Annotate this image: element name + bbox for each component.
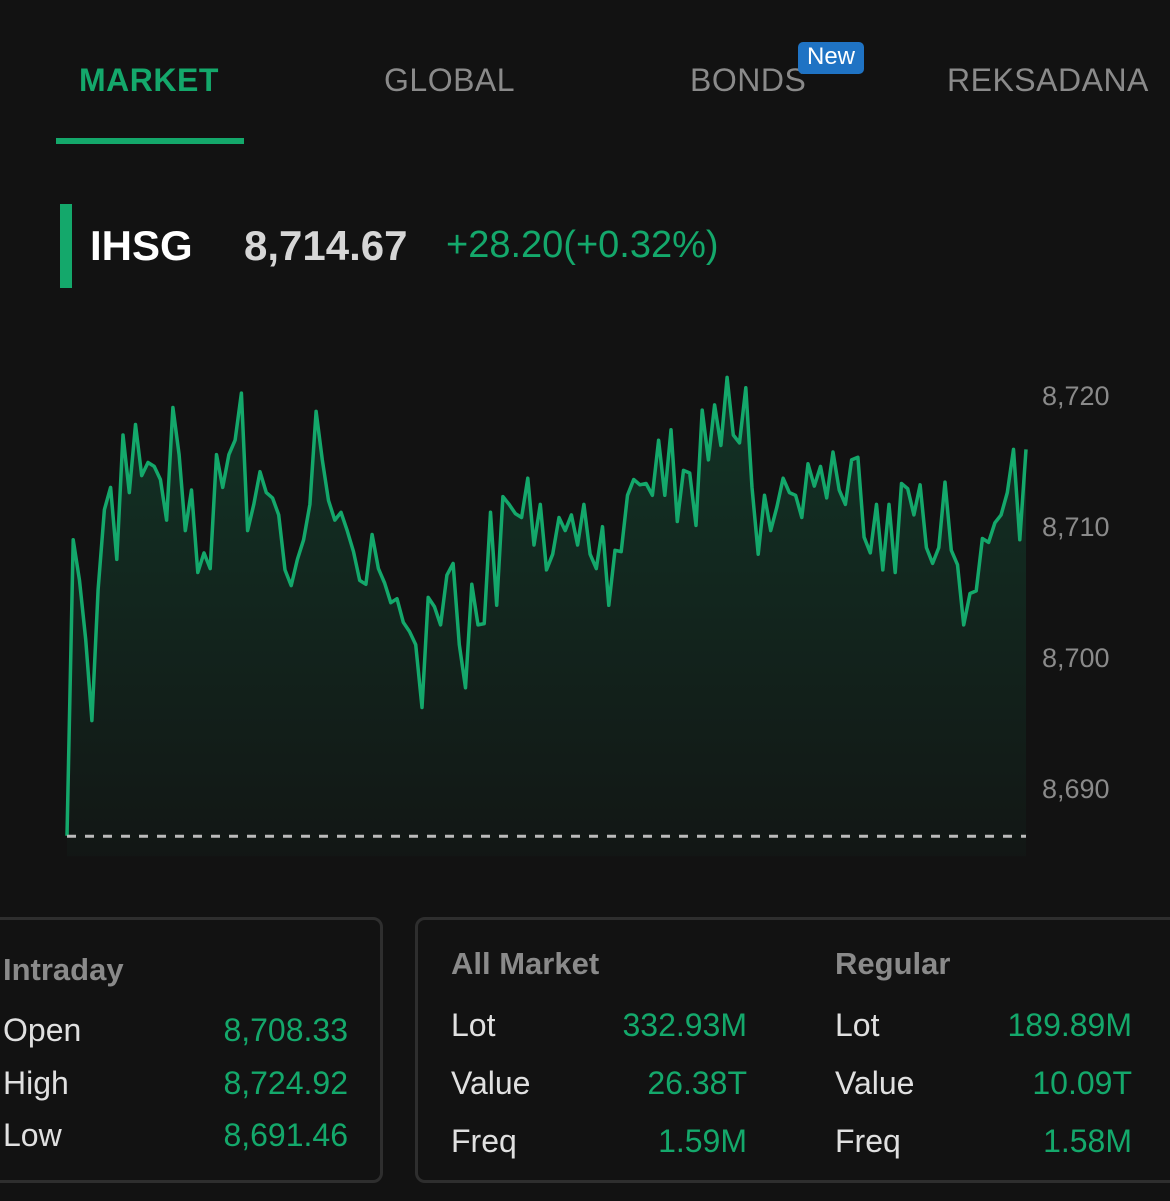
y-tick-label: 8,690 <box>1042 774 1110 804</box>
all-market-lot-value: 332.93M <box>622 1007 747 1043</box>
all-market-value-label: Value <box>451 1065 531 1101</box>
intraday-panel: Intraday Open 8,708.33 High 8,724.92 Low… <box>0 917 383 1183</box>
all-market-freq-value: 1.59M <box>658 1123 747 1159</box>
regular-value-value: 10.09T <box>1032 1065 1132 1101</box>
regular-freq-label: Freq <box>835 1123 901 1159</box>
chart-area-fill <box>67 377 1026 857</box>
regular-value-label: Value <box>835 1065 915 1101</box>
low-label: Low <box>3 1117 62 1153</box>
regular-lot-label: Lot <box>835 1007 880 1043</box>
regular-title: Regular <box>835 946 951 981</box>
all-market-lot-label: Lot <box>451 1007 496 1043</box>
all-market-value-value: 26.38T <box>647 1065 747 1101</box>
y-tick-label: 8,700 <box>1042 643 1110 673</box>
y-tick-label: 8,710 <box>1042 512 1110 542</box>
y-tick-label: 8,720 <box>1042 381 1110 411</box>
open-label: Open <box>3 1012 82 1048</box>
all-market-title: All Market <box>451 946 600 981</box>
regular-freq-value: 1.58M <box>1043 1123 1132 1159</box>
low-value: 8,691.46 <box>223 1117 348 1153</box>
intraday-title: Intraday <box>3 952 124 987</box>
all-market-freq-label: Freq <box>451 1123 517 1159</box>
market-stats-panel: All Market Lot 332.93M Value 26.38T Freq… <box>415 917 1170 1183</box>
open-value: 8,708.33 <box>223 1012 348 1048</box>
regular-lot-value: 189.89M <box>1007 1007 1132 1043</box>
intraday-chart[interactable] <box>0 0 1170 900</box>
high-value: 8,724.92 <box>223 1065 348 1101</box>
high-label: High <box>3 1065 69 1101</box>
